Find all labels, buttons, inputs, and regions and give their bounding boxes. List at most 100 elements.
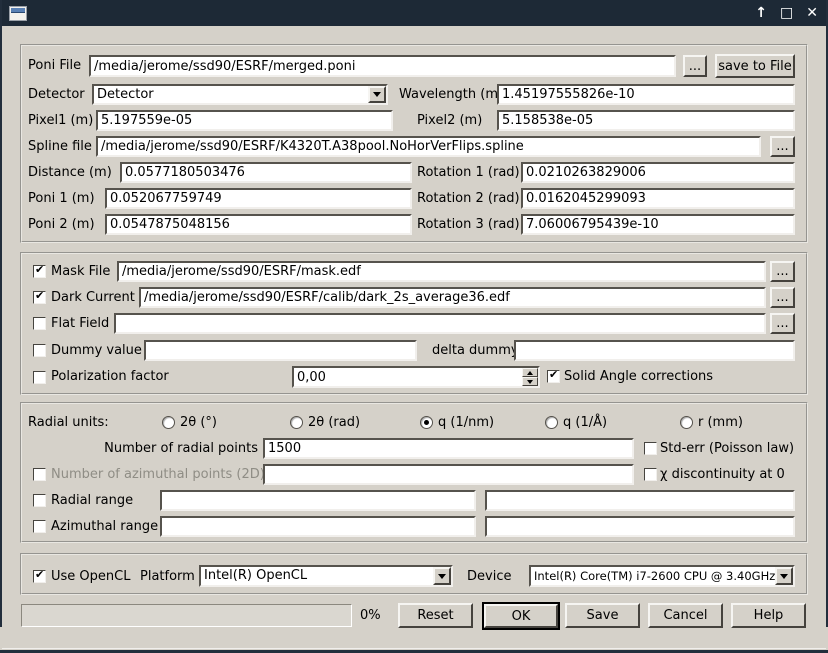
chevron-down-icon[interactable] bbox=[433, 567, 451, 585]
reset-button[interactable]: Reset bbox=[398, 603, 473, 628]
dark-current-browse-button[interactable]: ... bbox=[770, 287, 795, 308]
solid-angle-checkbox[interactable] bbox=[547, 370, 560, 383]
detector-selected-value: Detector bbox=[94, 86, 368, 103]
rotation1-input[interactable] bbox=[521, 162, 795, 183]
chevron-down-icon[interactable] bbox=[368, 86, 386, 103]
azimuthal-points-input[interactable] bbox=[263, 464, 634, 485]
rotation3-input[interactable] bbox=[521, 214, 795, 235]
platform-select[interactable]: Intel(R) OpenCL bbox=[199, 565, 453, 587]
polarization-spinbox[interactable] bbox=[292, 366, 540, 388]
mask-file-checkbox[interactable] bbox=[33, 265, 46, 278]
mask-file-label: Mask File bbox=[51, 261, 110, 282]
use-opencl-label: Use OpenCL bbox=[51, 566, 130, 587]
poni-file-browse-button[interactable]: ... bbox=[683, 55, 707, 77]
distance-input[interactable] bbox=[120, 162, 412, 183]
device-label: Device bbox=[467, 566, 511, 587]
std-err-label: Std-err (Poisson law) bbox=[660, 438, 794, 459]
rotation2-label: Rotation 2 (rad) bbox=[417, 188, 520, 209]
polarization-checkbox[interactable] bbox=[33, 371, 46, 384]
azimuthal-range-checkbox[interactable] bbox=[33, 520, 46, 533]
save-to-file-button[interactable]: save to File bbox=[715, 54, 795, 78]
poni2-label: Poni 2 (m) bbox=[28, 214, 95, 235]
ok-button[interactable]: OK bbox=[484, 604, 558, 628]
poni1-input[interactable] bbox=[105, 188, 412, 209]
dummy-value-checkbox[interactable] bbox=[33, 344, 46, 357]
save-button[interactable]: Save bbox=[565, 603, 640, 628]
titlebar-controls: ↑ □ ✕ bbox=[755, 0, 818, 26]
distance-label: Distance (m) bbox=[28, 162, 112, 183]
radio-2theta-rad-label: 2θ (rad) bbox=[308, 412, 360, 433]
cancel-button[interactable]: Cancel bbox=[648, 603, 723, 628]
azimuthal-range-min-input[interactable] bbox=[160, 516, 476, 537]
radio-q-nm[interactable] bbox=[420, 416, 433, 429]
pixel2-label: Pixel2 (m) bbox=[417, 110, 482, 131]
pixel1-input[interactable] bbox=[96, 110, 393, 131]
radio-2theta-rad[interactable] bbox=[290, 416, 303, 429]
delta-dummy-label: delta dummy bbox=[432, 340, 519, 361]
radial-range-checkbox[interactable] bbox=[33, 494, 46, 507]
pixel1-label: Pixel1 (m) bbox=[28, 110, 93, 131]
dark-current-label: Dark Current bbox=[51, 287, 135, 308]
mask-file-input[interactable] bbox=[117, 261, 766, 282]
dark-current-checkbox[interactable] bbox=[33, 291, 46, 304]
mask-file-browse-button[interactable]: ... bbox=[770, 261, 795, 282]
spin-up-icon[interactable] bbox=[522, 368, 538, 377]
radial-range-max-input[interactable] bbox=[485, 490, 795, 511]
radial-points-input[interactable] bbox=[263, 438, 634, 459]
wavelength-label: Wavelength (m) bbox=[399, 84, 503, 105]
radio-2theta-deg-label: 2θ (°) bbox=[180, 412, 217, 433]
radio-q-angstrom-label: q (1/Å) bbox=[563, 412, 607, 433]
radio-r-mm[interactable] bbox=[680, 416, 693, 429]
radial-points-label: Number of radial points bbox=[98, 438, 258, 459]
flat-field-checkbox[interactable] bbox=[33, 317, 46, 330]
rotation2-input[interactable] bbox=[521, 188, 795, 209]
poni2-input[interactable] bbox=[105, 214, 412, 235]
rotation1-label: Rotation 1 (rad) bbox=[417, 162, 520, 183]
azimuthal-range-max-input[interactable] bbox=[485, 516, 795, 537]
delta-dummy-input[interactable] bbox=[514, 340, 795, 361]
window-border-left bbox=[0, 0, 2, 627]
polarization-value-input[interactable] bbox=[294, 368, 522, 386]
pyfai-integration-dialog: ↑ □ ✕ Poni File ... save to File Detecto… bbox=[0, 0, 828, 653]
radial-range-min-input[interactable] bbox=[160, 490, 476, 511]
detector-select[interactable]: Detector bbox=[92, 84, 388, 105]
help-button[interactable]: Help bbox=[731, 603, 806, 628]
platform-selected-value: Intel(R) OpenCL bbox=[201, 567, 433, 585]
chi-discontinuity-checkbox[interactable] bbox=[644, 468, 657, 481]
maximize-icon[interactable]: □ bbox=[780, 0, 793, 26]
dark-current-input[interactable] bbox=[139, 287, 766, 308]
poni-file-input[interactable] bbox=[89, 55, 676, 77]
azimuthal-points-checkbox[interactable] bbox=[33, 468, 46, 481]
pixel2-input[interactable] bbox=[497, 110, 795, 131]
window-icon bbox=[9, 6, 27, 21]
shade-icon[interactable]: ↑ bbox=[755, 0, 767, 26]
rotation3-label: Rotation 3 (rad) bbox=[417, 214, 520, 235]
wavelength-input[interactable] bbox=[497, 84, 795, 105]
solid-angle-label: Solid Angle corrections bbox=[564, 366, 713, 387]
spin-down-icon[interactable] bbox=[522, 377, 538, 386]
spline-file-label: Spline file bbox=[28, 136, 92, 157]
radio-q-angstrom[interactable] bbox=[545, 416, 558, 429]
spline-file-input[interactable] bbox=[96, 136, 761, 157]
radial-units-label: Radial units: bbox=[28, 412, 109, 433]
close-icon[interactable]: ✕ bbox=[806, 0, 818, 26]
dummy-value-input[interactable] bbox=[144, 340, 417, 361]
dummy-value-label: Dummy value bbox=[51, 340, 142, 361]
flat-field-input[interactable] bbox=[114, 313, 766, 334]
std-err-checkbox[interactable] bbox=[644, 442, 657, 455]
flat-field-browse-button[interactable]: ... bbox=[770, 313, 795, 334]
device-select[interactable]: Intel(R) Core(TM) i7-2600 CPU @ 3.40GHz bbox=[529, 565, 795, 587]
chevron-down-icon[interactable] bbox=[775, 567, 793, 585]
flat-field-label: Flat Field bbox=[51, 313, 109, 334]
device-selected-value: Intel(R) Core(TM) i7-2600 CPU @ 3.40GHz bbox=[531, 567, 775, 585]
azimuthal-range-label: Azimuthal range bbox=[51, 516, 158, 537]
spline-file-browse-button[interactable]: ... bbox=[770, 136, 795, 157]
radio-q-nm-label: q (1/nm) bbox=[438, 412, 494, 433]
chi-discontinuity-label: χ discontinuity at 0 bbox=[660, 464, 785, 485]
platform-label: Platform bbox=[140, 566, 195, 587]
radio-r-mm-label: r (mm) bbox=[698, 412, 743, 433]
poni-file-label: Poni File bbox=[28, 55, 81, 76]
radio-2theta-deg[interactable] bbox=[162, 416, 175, 429]
titlebar[interactable]: ↑ □ ✕ bbox=[0, 0, 828, 26]
use-opencl-checkbox[interactable] bbox=[33, 570, 46, 583]
